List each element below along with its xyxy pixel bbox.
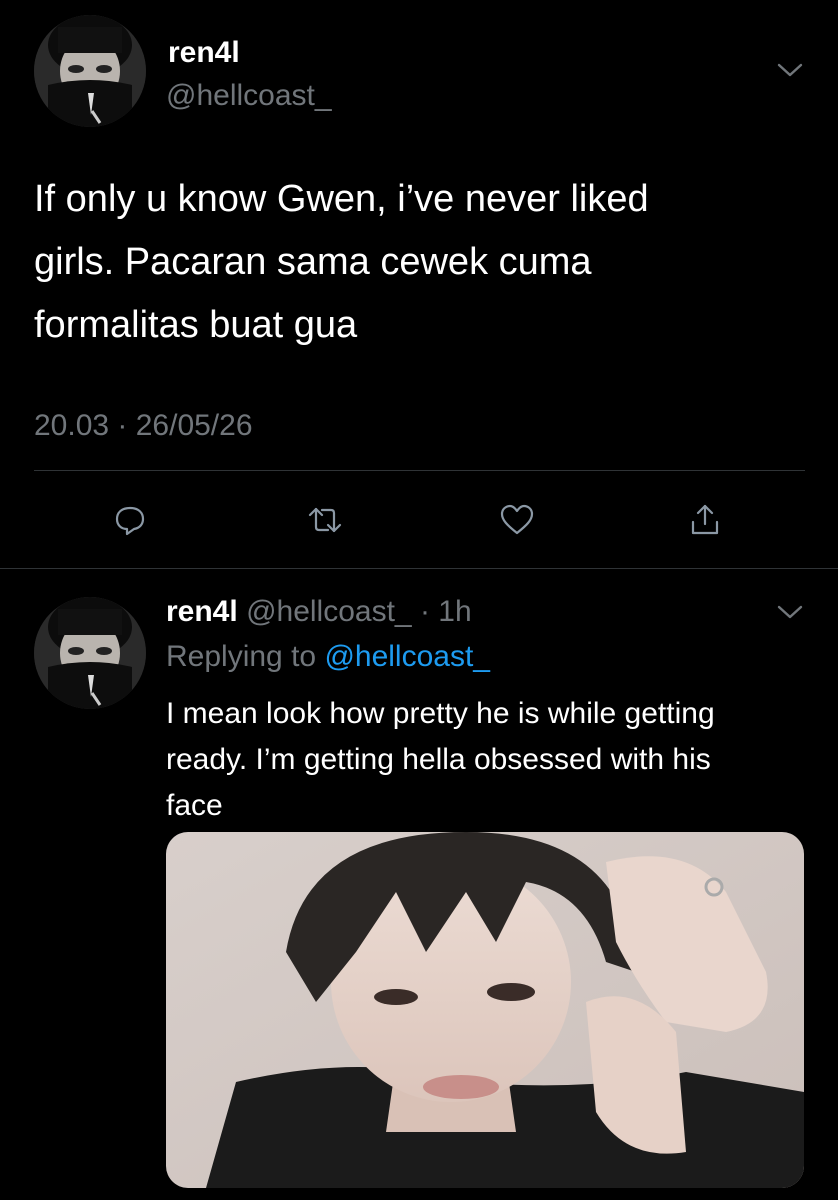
- main-avatar[interactable]: [34, 15, 146, 127]
- reply-display-name[interactable]: ren4l: [166, 595, 238, 628]
- heart-icon: [500, 504, 534, 535]
- replying-to-line: Replying to @hellcoast_: [166, 639, 490, 675]
- attached-photo[interactable]: [166, 832, 804, 1188]
- like-button[interactable]: [487, 490, 547, 550]
- reply-tweet-text: I mean look how pretty he is while getti…: [166, 691, 715, 829]
- tweet-text-line: face: [166, 789, 223, 822]
- section-divider: [0, 568, 838, 569]
- photo-image: [166, 832, 804, 1188]
- tweet-text-line: girls. Pacaran sama cewek cuma: [34, 241, 592, 283]
- main-timestamp[interactable]: 20.03 · 26/05/26: [34, 408, 253, 444]
- tweet-text-line: If only u know Gwen, i’ve never liked: [34, 178, 649, 220]
- reply-button[interactable]: [100, 490, 160, 550]
- tweet-text-line: I mean look how pretty he is while getti…: [166, 697, 715, 730]
- tweet-text-line: formalitas buat gua: [34, 304, 358, 346]
- tweet-text-line: ready. I’m getting hella obsessed with h…: [166, 743, 711, 776]
- retweet-icon: [308, 507, 342, 533]
- replying-prefix: Replying to: [166, 640, 317, 673]
- share-button[interactable]: [675, 490, 735, 550]
- retweet-button[interactable]: [295, 490, 355, 550]
- avatar-image: [34, 15, 146, 127]
- main-display-name[interactable]: ren4l: [168, 36, 240, 70]
- share-icon: [691, 504, 719, 535]
- avatar-image: [34, 597, 146, 709]
- divider: [34, 470, 805, 471]
- speech-bubble-icon: [115, 506, 145, 536]
- reply-avatar[interactable]: [34, 597, 146, 709]
- main-handle[interactable]: @hellcoast_: [166, 79, 332, 113]
- reply-header: ren4l @hellcoast_ · 1h: [166, 594, 472, 630]
- main-tweet-text: If only u know Gwen, i’ve never liked gi…: [34, 168, 649, 357]
- reply-handle-time[interactable]: @hellcoast_ · 1h: [246, 595, 472, 628]
- reply-more-chevron-icon[interactable]: [775, 602, 805, 626]
- replying-to-link[interactable]: @hellcoast_: [324, 640, 490, 673]
- main-more-chevron-icon[interactable]: [775, 60, 805, 84]
